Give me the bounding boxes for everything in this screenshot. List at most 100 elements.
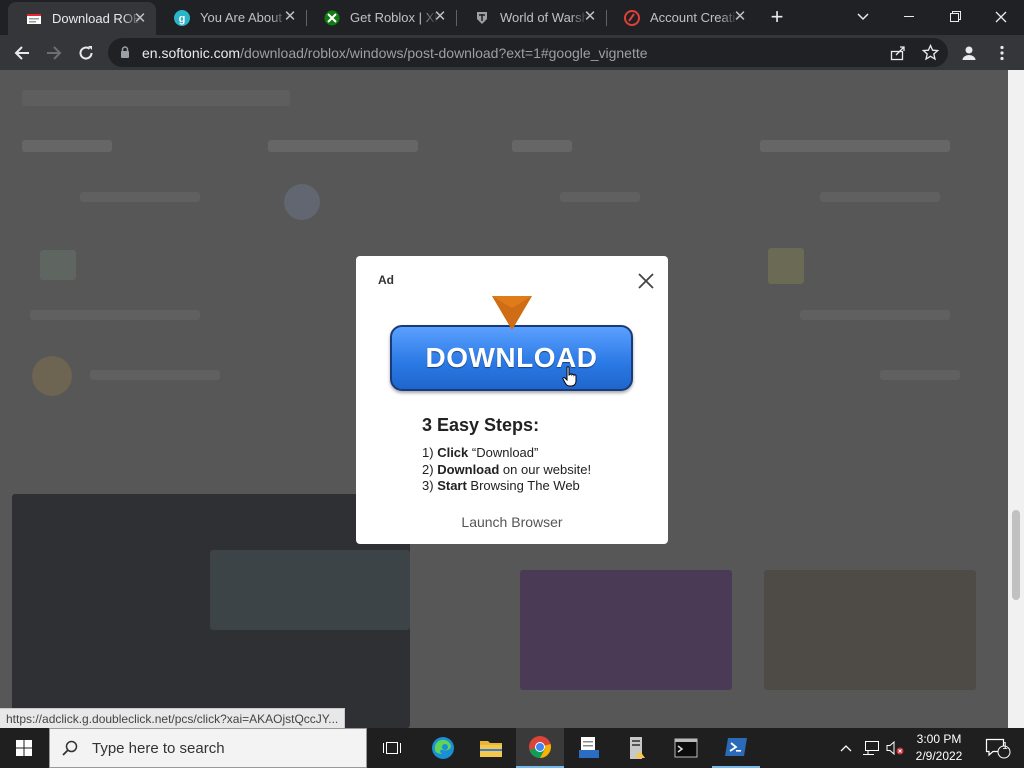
browser-toolbar: en.softonic.com/download/roblox/windows/…	[0, 35, 1024, 70]
close-tab-icon[interactable]: ✕	[732, 9, 748, 25]
address-bar[interactable]: en.softonic.com/download/roblox/windows/…	[108, 38, 948, 67]
profile-icon	[962, 46, 976, 60]
taskbar-app-server[interactable]	[614, 728, 660, 768]
clock-time: 3:00 PM	[916, 732, 962, 746]
svg-text:g: g	[179, 13, 186, 25]
blurred-content	[22, 140, 112, 152]
chevron-up-icon	[840, 745, 852, 752]
clock-date: 2/9/2022	[915, 749, 963, 763]
blurred-content	[768, 248, 804, 284]
notification-center-button[interactable]: 1	[978, 728, 1018, 768]
close-window-button[interactable]	[978, 0, 1024, 33]
close-icon[interactable]	[636, 271, 656, 291]
task-view-button[interactable]	[370, 728, 414, 768]
show-hidden-icons-button[interactable]	[836, 728, 856, 768]
blurred-content	[80, 192, 200, 202]
taskbar-app-powershell[interactable]	[712, 728, 760, 768]
blurred-content	[284, 184, 320, 220]
page-scrollbar[interactable]	[1008, 70, 1024, 728]
blurred-video	[210, 550, 410, 630]
volume-muted-icon	[886, 740, 904, 756]
blurred-content	[800, 310, 950, 320]
blurred-content	[32, 356, 72, 396]
tab-strip: Download ROBLOX ✕ g You Are About to ✕ G…	[0, 0, 1024, 35]
document-icon	[579, 737, 599, 758]
steps-list: 1) Click “Download” 2) Download on our w…	[422, 445, 591, 495]
taskbar-app-edge[interactable]	[420, 728, 466, 768]
blurred-thumbnail	[764, 570, 976, 690]
network-button[interactable]	[860, 728, 882, 768]
reload-icon	[79, 46, 93, 60]
taskbar-app-chrome[interactable]	[516, 728, 564, 768]
taskbar-app-document[interactable]	[566, 728, 612, 768]
taskbar-app-terminal[interactable]	[662, 728, 710, 768]
start-button[interactable]	[0, 728, 48, 768]
forward-arrow-icon	[47, 46, 62, 60]
close-tab-icon[interactable]: ✕	[432, 9, 448, 25]
xbox-favicon-icon	[324, 10, 340, 26]
tab-get-roblox-xbox[interactable]: Get Roblox | Xbox ✕	[306, 0, 456, 35]
step-item: 1) Click “Download”	[422, 445, 539, 460]
tab-search-button[interactable]	[840, 0, 886, 33]
task-view-icon	[383, 742, 401, 754]
terminal-icon	[674, 738, 698, 758]
close-tab-icon[interactable]: ✕	[132, 11, 148, 27]
chevron-down-icon	[857, 12, 869, 20]
ad-dialog: Ad DOWNLOAD 3 Easy Steps: 1) Click “Down…	[356, 256, 668, 544]
server-icon	[630, 737, 645, 759]
restore-button[interactable]	[932, 0, 978, 33]
restore-icon	[949, 11, 961, 22]
share-icon[interactable]	[890, 45, 906, 61]
url-host: en.softonic.com	[142, 45, 241, 61]
blurred-content	[760, 140, 950, 152]
windows-taskbar: Type here to search 3:00 PM 2/9/2022 1	[0, 728, 1024, 768]
download-button[interactable]: DOWNLOAD	[390, 325, 633, 391]
tab-title: Account Creation	[650, 10, 738, 25]
volume-button[interactable]	[884, 728, 906, 768]
blurred-content	[30, 310, 200, 320]
new-tab-button[interactable]: +	[760, 0, 794, 33]
scrollbar-thumb[interactable]	[1012, 510, 1020, 600]
powershell-icon	[725, 738, 747, 756]
tab-title: Download ROBLOX	[52, 11, 140, 26]
blurred-content	[820, 192, 940, 202]
blurred-content	[560, 192, 640, 202]
minimize-button[interactable]	[886, 0, 932, 33]
back-button[interactable]	[7, 38, 37, 68]
folder-icon	[480, 741, 502, 757]
bookmark-star-icon[interactable]	[922, 44, 939, 61]
search-placeholder: Type here to search	[92, 739, 225, 757]
blurred-heading	[22, 90, 290, 106]
close-icon	[995, 11, 1007, 22]
close-tab-icon[interactable]: ✕	[582, 9, 598, 25]
chrome-icon	[529, 736, 551, 758]
taskbar-search-box[interactable]: Type here to search	[49, 728, 367, 768]
launch-browser-link[interactable]: Launch Browser	[356, 514, 668, 530]
forward-button[interactable]	[39, 38, 69, 68]
ad-label: Ad	[378, 273, 394, 287]
status-link-preview: https://adclick.g.doubleclick.net/pcs/cl…	[0, 708, 346, 728]
taskbar-app-file-explorer[interactable]	[468, 728, 514, 768]
g-favicon-icon: g	[174, 9, 190, 26]
steps-title: 3 Easy Steps:	[422, 415, 540, 435]
clock[interactable]: 3:00 PM 2/9/2022	[910, 731, 968, 765]
profile-button[interactable]	[954, 38, 984, 68]
windows-logo-icon	[16, 740, 32, 756]
tab-account-creation[interactable]: Account Creation ✕	[606, 0, 756, 35]
blurred-content	[90, 370, 220, 380]
step-item: 2) Download on our website!	[422, 461, 592, 477]
reload-button[interactable]	[71, 38, 101, 68]
close-tab-icon[interactable]: ✕	[282, 9, 298, 25]
notification-count: 1	[1002, 741, 1008, 752]
tab-download-roblox[interactable]: Download ROBLOX ✕	[8, 2, 156, 35]
network-icon	[863, 741, 879, 755]
arrow-down-icon	[492, 296, 532, 330]
tab-title: World of Warships	[500, 10, 588, 25]
back-arrow-icon	[14, 46, 29, 60]
blurred-thumbnail	[520, 570, 732, 690]
tab-world-of-warships[interactable]: World of Warships ✕	[456, 0, 606, 35]
download-button-label: DOWNLOAD	[425, 342, 598, 373]
menu-button[interactable]	[987, 38, 1017, 68]
tab-you-are-about[interactable]: g You Are About to ✕	[156, 0, 306, 35]
step-item: 3) Start Browsing The Web	[422, 478, 580, 493]
